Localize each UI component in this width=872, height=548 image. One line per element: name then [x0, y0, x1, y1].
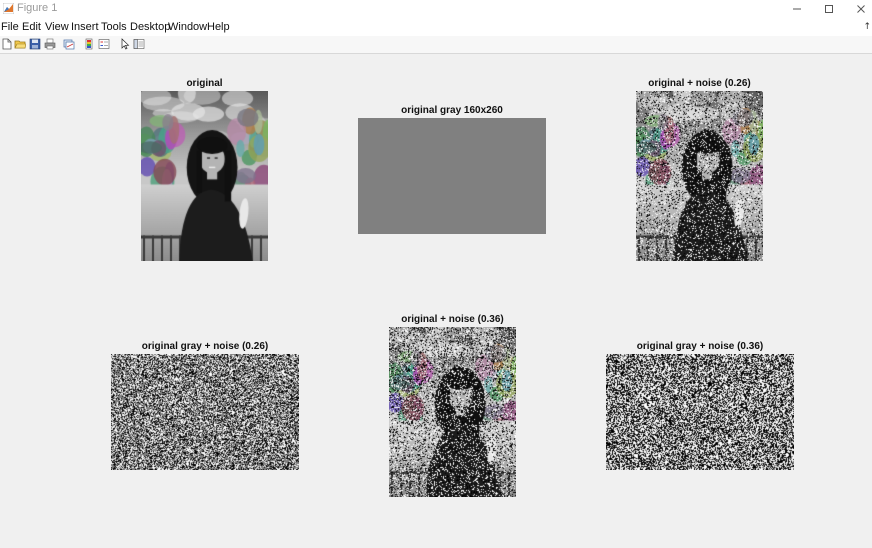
menu-edit[interactable]: Edit	[22, 21, 41, 33]
toolbar	[0, 36, 872, 54]
close-button[interactable]	[845, 0, 872, 18]
gray-noise-image-026[interactable]	[111, 354, 299, 470]
menu-view[interactable]: View	[45, 21, 69, 33]
matlab-icon	[3, 3, 14, 14]
noisy-image-036[interactable]	[389, 327, 516, 497]
new-figure-icon[interactable]	[1, 38, 13, 50]
minimize-button[interactable]	[781, 0, 813, 18]
original-image[interactable]	[141, 91, 268, 261]
figure-canvas: original original gray 160x260 original …	[0, 54, 872, 548]
maximize-button[interactable]	[813, 0, 845, 18]
axes-title-gray-noise-036: original gray + noise (0.36)	[636, 341, 764, 352]
insert-legend-icon[interactable]	[98, 38, 110, 50]
axes-title-noise-036: original + noise (0.36)	[401, 314, 504, 325]
print-icon[interactable]	[44, 38, 56, 50]
axes-title-noise-026: original + noise (0.26)	[648, 78, 751, 89]
menu-window[interactable]: Window	[168, 21, 207, 33]
menu-insert[interactable]: Insert	[71, 21, 99, 33]
menu-file[interactable]: File	[1, 21, 19, 33]
link-plot-icon[interactable]	[63, 38, 75, 50]
axes-title-original: original	[186, 78, 223, 89]
open-file-icon[interactable]	[14, 38, 26, 50]
insert-colorbar-icon[interactable]	[83, 38, 95, 50]
menu-help[interactable]: Help	[207, 21, 230, 33]
noisy-image-026[interactable]	[636, 91, 763, 261]
gray-noise-image-036[interactable]	[606, 354, 794, 470]
title-bar: Figure 1	[0, 0, 872, 18]
close-icon	[857, 5, 865, 13]
axes-title-gray-noise-026: original gray + noise (0.26)	[141, 341, 269, 352]
axes-title-gray: original gray 160x260	[401, 105, 503, 116]
property-inspector-icon[interactable]	[133, 38, 145, 50]
window-title: Figure 1	[17, 2, 58, 14]
save-icon[interactable]	[29, 38, 41, 50]
figure-window: Figure 1 File Edit View Insert Tools Des…	[0, 0, 872, 548]
menu-bar: File Edit View Insert Tools Desktop Wind…	[0, 18, 872, 36]
edit-plot-icon[interactable]	[119, 38, 131, 50]
dock-arrow-icon[interactable]: ↑	[863, 22, 871, 32]
menu-tools[interactable]: Tools	[101, 21, 127, 33]
minimize-icon	[793, 8, 801, 10]
maximize-icon	[825, 5, 833, 13]
gray-image[interactable]	[358, 118, 546, 234]
menu-desktop[interactable]: Desktop	[130, 21, 170, 33]
